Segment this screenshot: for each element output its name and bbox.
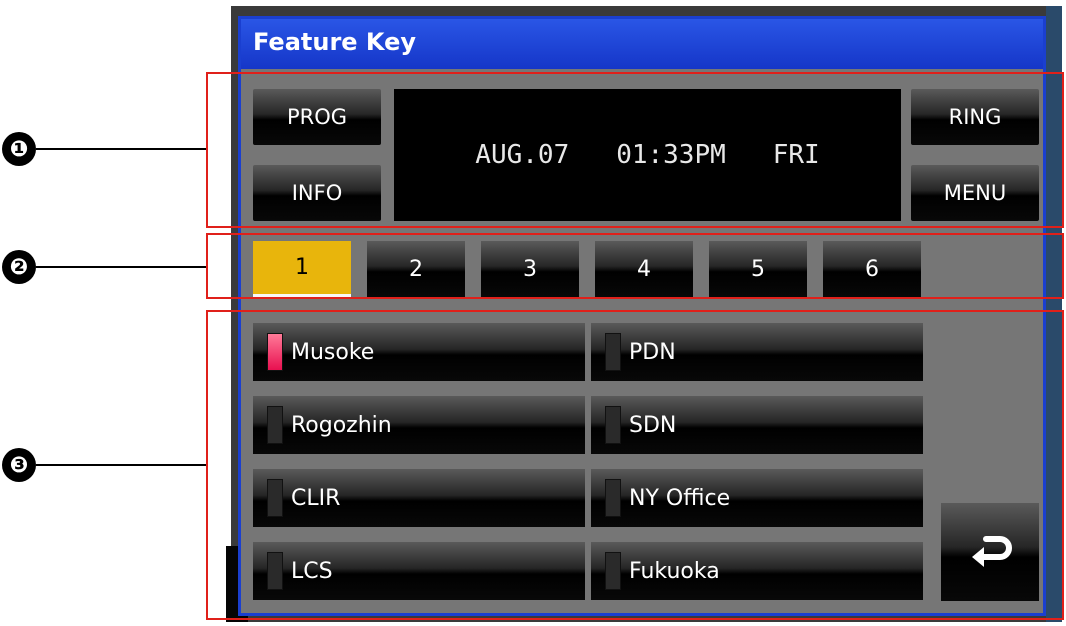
callout-line-2	[36, 266, 206, 268]
callout-line-3	[36, 464, 206, 466]
callout-number-1: ❶	[2, 132, 36, 166]
callout-box-1	[206, 72, 1064, 228]
callout-number-3: ❸	[2, 448, 36, 482]
callout-box-2	[206, 233, 1064, 299]
callout-line-1	[36, 148, 206, 150]
callout-box-3	[206, 310, 1064, 620]
title-bar: Feature Key	[241, 19, 1043, 69]
callout-number-2: ❷	[2, 250, 36, 284]
window-title: Feature Key	[253, 28, 417, 56]
